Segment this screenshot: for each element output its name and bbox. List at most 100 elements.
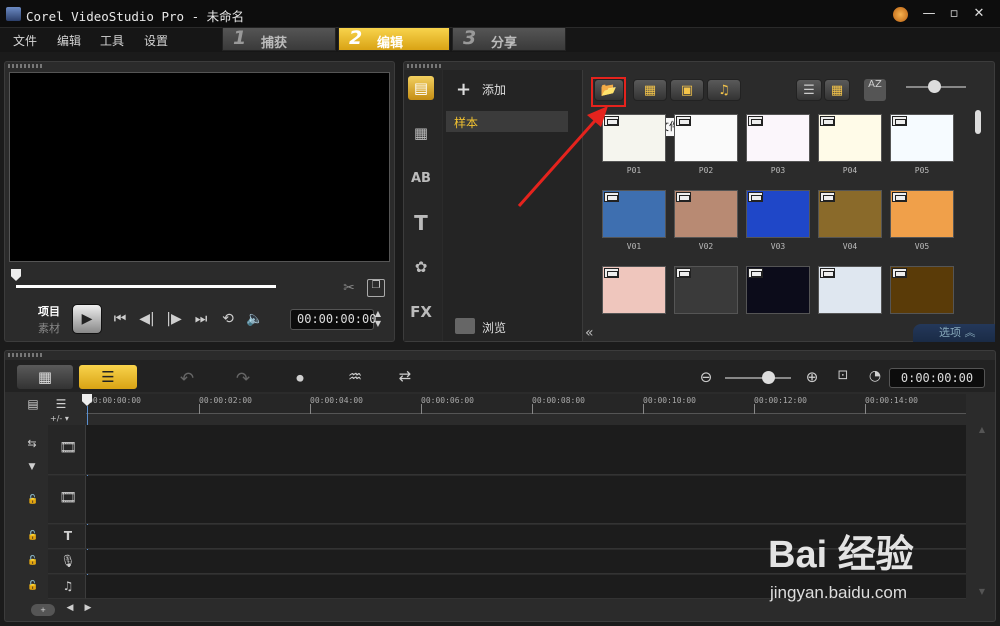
split-clip-icon[interactable]: ✂ — [340, 280, 358, 298]
scroll-up-icon[interactable]: ▲ — [976, 425, 988, 434]
music-track-icon: ♫ — [62, 579, 74, 593]
scroll-down-icon[interactable]: ▼ — [976, 587, 988, 596]
ruler-tick-mark — [199, 404, 200, 414]
previous-frame-icon[interactable]: ◀| — [137, 311, 157, 327]
sort-icon[interactable]: AZ — [864, 79, 886, 101]
fit-project-icon[interactable]: ⊡ — [834, 368, 852, 383]
tab-capture[interactable]: 1 捕获 — [222, 27, 336, 51]
thumbnail-label: V04 — [842, 242, 858, 251]
show-audio-button[interactable]: ♫ — [707, 79, 741, 101]
play-button[interactable]: ▶ — [72, 304, 102, 334]
menu-edit[interactable]: 编辑 — [57, 32, 81, 49]
timeline-view-button[interactable]: ☰ — [78, 364, 138, 390]
thumbnail-label: V02 — [698, 242, 714, 251]
media-thumbnail[interactable] — [602, 266, 666, 314]
media-thumbnail[interactable] — [746, 114, 810, 162]
track-add-remove[interactable]: +/- ▾ — [50, 414, 69, 423]
media-thumbnail[interactable] — [674, 266, 738, 314]
lock-icon[interactable]: 🔓 — [27, 581, 38, 591]
video-track[interactable] — [86, 425, 966, 475]
ruler-tick-mark — [865, 404, 866, 414]
filter-tab-icon[interactable]: FX — [408, 300, 434, 324]
media-thumbnail[interactable] — [818, 190, 882, 238]
options-button[interactable]: 选项 ︽ — [913, 324, 995, 342]
show-photos-button[interactable]: ▣ — [670, 79, 704, 101]
menu-file[interactable]: 文件 — [13, 32, 37, 49]
show-videos-button[interactable]: ▦ — [633, 79, 667, 101]
lock-icon[interactable]: 🔓 — [27, 531, 38, 541]
media-thumbnail[interactable] — [746, 266, 810, 314]
record-capture-icon[interactable]: ⏺ — [288, 369, 312, 387]
menu-settings[interactable]: 设置 — [144, 32, 168, 49]
transition-tab-icon[interactable]: ▦ — [408, 121, 434, 145]
lock-icon[interactable]: 🔓 — [27, 556, 38, 566]
media-tab-icon[interactable]: ▤ — [408, 76, 434, 100]
thumbnail-size-slider-handle[interactable] — [928, 80, 941, 93]
zoom-out-icon[interactable]: ⊖ — [697, 368, 715, 386]
add-track-button[interactable]: + — [31, 604, 55, 616]
lock-icon[interactable]: 🔓 — [27, 495, 38, 505]
scroll-right-icon[interactable]: ▶ — [82, 603, 94, 613]
sound-mixer-icon[interactable]: ♒ — [342, 367, 368, 386]
graphic-tab-icon[interactable]: ✿ — [408, 255, 434, 279]
browse-icon[interactable] — [455, 318, 475, 334]
maximize-button[interactable]: ▫ — [945, 6, 963, 22]
media-thumbnail[interactable] — [674, 190, 738, 238]
minimize-button[interactable]: — — [920, 6, 938, 22]
volume-icon[interactable]: 🔈 — [245, 311, 265, 327]
timecode-field[interactable]: 00:00:00:00 — [290, 309, 376, 330]
add-folder-label[interactable]: 添加 — [482, 81, 506, 98]
clip-mode-label[interactable]: 素材 — [38, 320, 60, 336]
project-mode-label[interactable]: 项目 — [38, 303, 60, 319]
go-to-end-icon[interactable]: ⏭ — [191, 311, 211, 327]
timecode-stepper-icon[interactable]: ▲ ▼ — [372, 309, 384, 329]
ripple-edit-icon[interactable]: ⇆ — [22, 437, 42, 450]
help-icon[interactable] — [893, 7, 908, 22]
track-manager-icon[interactable]: ☰ — [51, 397, 71, 411]
media-type-icon — [604, 268, 619, 278]
media-thumbnail[interactable] — [818, 266, 882, 314]
thumbnail-label: V01 — [626, 242, 642, 251]
browse-label[interactable]: 浏览 — [482, 319, 506, 336]
project-duration-icon[interactable]: ◔ — [866, 368, 884, 384]
zoom-slider-handle[interactable] — [762, 371, 775, 384]
auto-music-icon[interactable]: ⇄ — [393, 367, 417, 385]
redo-icon[interactable]: ↷ — [232, 369, 254, 389]
media-thumbnail[interactable] — [746, 190, 810, 238]
text-tab-icon[interactable]: T — [408, 211, 434, 235]
tab-share[interactable]: 3 分享 — [452, 27, 566, 51]
add-icon[interactable]: + — [456, 79, 471, 100]
scroll-left-icon[interactable]: ◀ — [64, 603, 76, 613]
show-all-tracks-icon[interactable]: ▤ — [23, 397, 43, 411]
tab-edit[interactable]: 2 编辑 — [338, 27, 450, 51]
library-scrollbar-thumb[interactable] — [975, 110, 981, 134]
overlay-track[interactable] — [86, 476, 966, 524]
thumbnail-view-button[interactable]: ▦ — [824, 79, 850, 101]
undo-icon[interactable]: ↶ — [176, 369, 198, 389]
storyboard-view-button[interactable]: ▦ — [16, 364, 74, 390]
ripple-dropdown-icon[interactable]: ▼ — [24, 462, 40, 472]
panel-grip — [8, 64, 42, 68]
folder-item-label: 样本 — [454, 116, 479, 130]
media-thumbnail[interactable] — [890, 266, 954, 314]
close-button[interactable]: ✕ — [970, 6, 988, 22]
collapse-library-icon[interactable]: « — [585, 325, 594, 341]
zoom-in-icon[interactable]: ⊕ — [803, 368, 821, 386]
media-thumbnail[interactable] — [890, 190, 954, 238]
next-frame-icon[interactable]: |▶ — [164, 311, 184, 327]
zoom-slider-track[interactable] — [725, 377, 791, 379]
menu-tools[interactable]: 工具 — [100, 32, 124, 49]
ruler-tick-mark — [421, 404, 422, 414]
media-thumbnail[interactable] — [674, 114, 738, 162]
repeat-icon[interactable]: ⟲ — [218, 311, 238, 327]
enlarge-icon[interactable]: ❐ — [367, 279, 385, 297]
media-type-icon — [748, 268, 763, 278]
title-tab-icon[interactable]: AB — [408, 166, 434, 190]
scrubber-track[interactable] — [16, 285, 276, 288]
media-thumbnail[interactable] — [818, 114, 882, 162]
watermark-url: jingyan.baidu.com — [770, 583, 908, 602]
list-view-button[interactable]: ☰ — [796, 79, 822, 101]
media-thumbnail[interactable] — [890, 114, 954, 162]
go-to-start-icon[interactable]: ⏮ — [110, 311, 130, 327]
panel-grip — [8, 353, 42, 357]
